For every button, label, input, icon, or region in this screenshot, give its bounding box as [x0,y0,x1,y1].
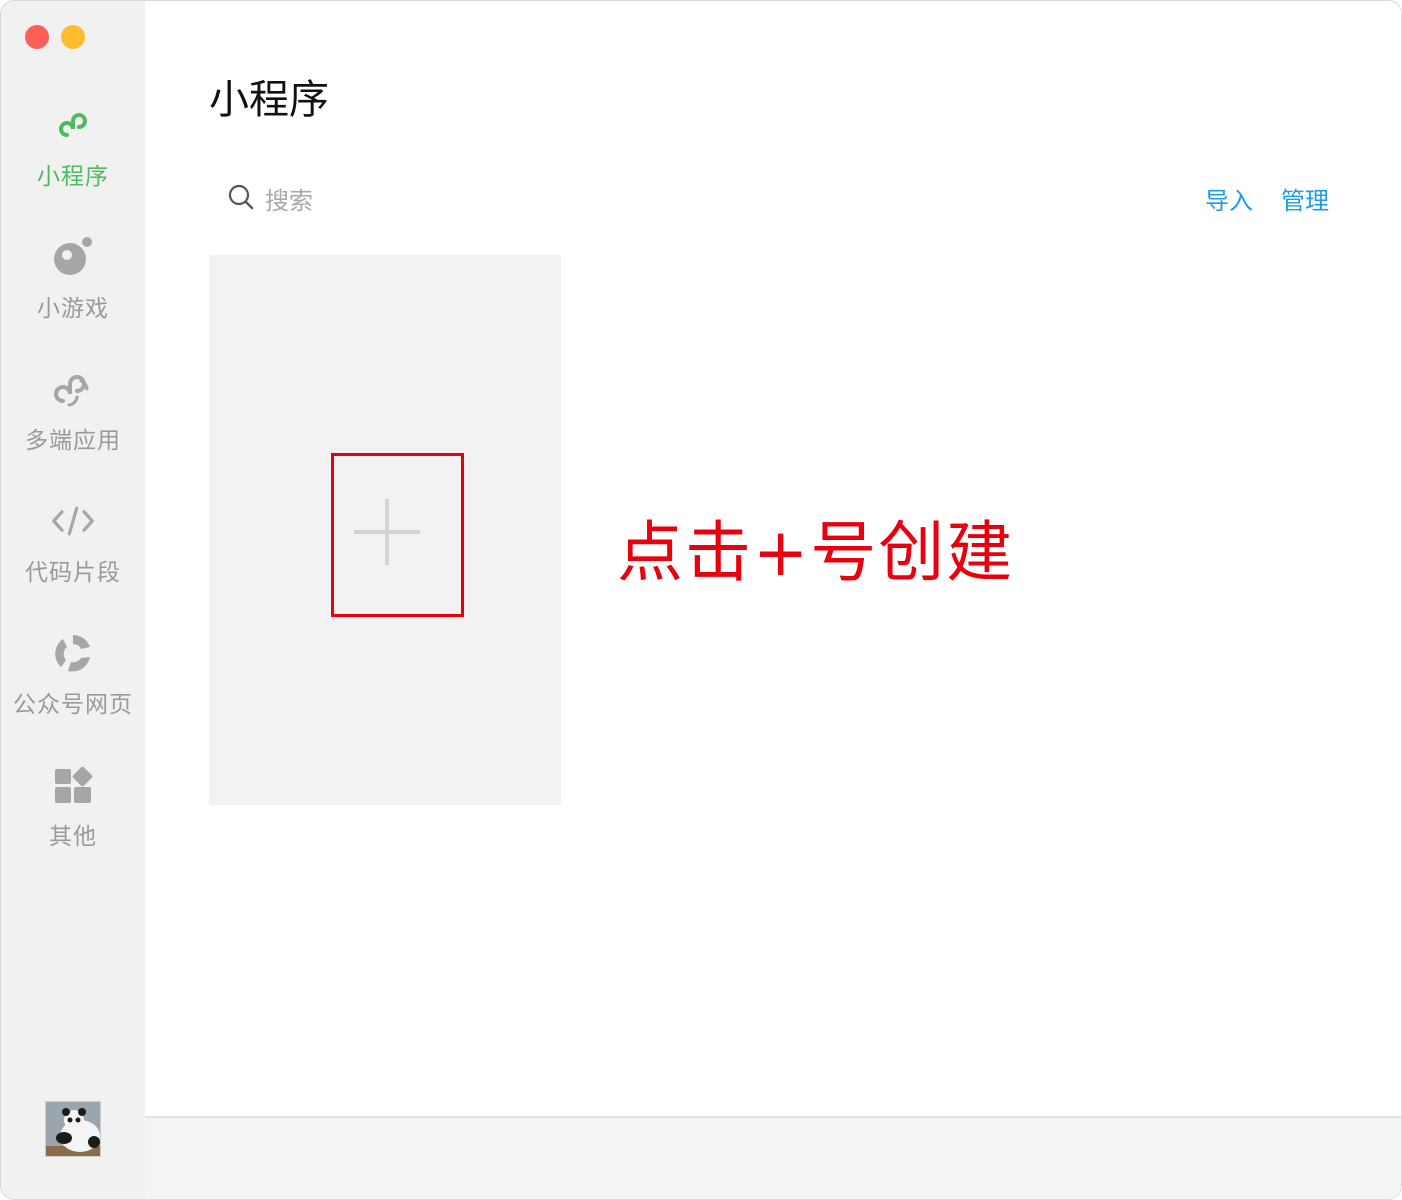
page-title: 小程序 [209,77,329,123]
sidebar-item-official-account[interactable]: 公众号网页 [1,631,145,751]
highlight-box [331,453,464,617]
miniprogram-icon [51,103,95,147]
official-account-icon [51,631,95,675]
window-controls [25,25,85,49]
manage-button[interactable]: 管理 [1281,181,1329,216]
minigame-icon [51,235,95,279]
search-icon [227,183,255,215]
sidebar: 小程序 小游戏 多端应用 代码片段 公众号网页 其他 [1,1,145,1199]
search-input[interactable]: 搜索 [265,181,313,216]
search-bar[interactable]: 搜索 [227,181,313,216]
sidebar-item-label: 多端应用 [25,428,121,454]
annotation-text: 点击+号创建 [617,514,1015,591]
sidebar-item-label: 其他 [49,824,97,850]
sidebar-item-miniprogram[interactable]: 小程序 [1,103,145,223]
minimize-window-button[interactable] [61,25,85,49]
plus-icon[interactable] [354,499,420,565]
sidebar-item-label: 小游戏 [37,296,109,322]
bottom-bar [145,1116,1401,1199]
main-content: 小程序 搜索 导入 管理 点击+号创建 [145,1,1401,1199]
multiplatform-icon [51,367,95,411]
avatar[interactable] [45,1101,101,1157]
sidebar-item-label: 公众号网页 [13,692,133,718]
sidebar-item-other[interactable]: 其他 [1,763,145,883]
close-window-button[interactable] [25,25,49,49]
import-button[interactable]: 导入 [1205,181,1253,216]
sidebar-item-multiplatform[interactable]: 多端应用 [1,367,145,487]
other-apps-icon [51,763,95,807]
sidebar-item-label: 小程序 [37,164,109,190]
sidebar-item-code-snippet[interactable]: 代码片段 [1,499,145,619]
sidebar-item-minigame[interactable]: 小游戏 [1,235,145,355]
header-actions: 导入 管理 [1205,181,1329,216]
panda-avatar-image [46,1102,100,1156]
code-snippet-icon [51,499,95,543]
sidebar-item-label: 代码片段 [25,560,121,586]
app-window: 小程序 小游戏 多端应用 代码片段 公众号网页 其他 小程序 搜索 导入 管理 … [0,0,1402,1200]
create-project-card[interactable] [209,255,561,805]
